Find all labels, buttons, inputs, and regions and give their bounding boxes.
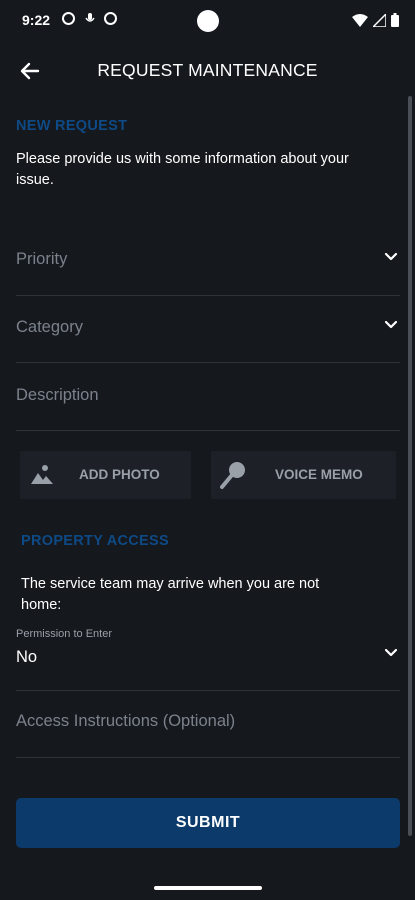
wifi-icon	[352, 13, 368, 27]
priority-placeholder: Priority	[16, 250, 68, 268]
app-notification-icon	[104, 12, 117, 25]
access-instructions-input[interactable]: Access Instructions (Optional)	[16, 702, 400, 758]
gesture-nav-handle[interactable]	[154, 886, 262, 890]
info-line: The service team may arrive when you are…	[21, 576, 320, 592]
battery-icon	[391, 13, 399, 27]
priority-dropdown[interactable]: Priority	[16, 240, 400, 296]
app-bar: REQUEST MAINTENANCE	[0, 46, 415, 96]
voice-memo-button[interactable]: VOICE MEMO	[211, 451, 396, 499]
new-request-heading: NEW REQUEST	[16, 118, 128, 134]
status-bar: 9:22	[0, 0, 415, 42]
permission-label: Permission to Enter	[16, 628, 112, 640]
page-title: REQUEST MAINTENANCE	[97, 60, 318, 80]
camera-cutout	[197, 10, 219, 32]
info-line: home:	[21, 597, 62, 613]
property-access-info: The service team may arrive when you are…	[21, 574, 319, 616]
access-instructions-placeholder: Access Instructions (Optional)	[16, 712, 236, 730]
permission-value: No	[16, 648, 38, 666]
microphone-icon	[220, 462, 245, 489]
voice-memo-label: VOICE MEMO	[275, 467, 363, 482]
chevron-down-icon	[384, 320, 398, 329]
permission-to-enter-dropdown[interactable]: Permission to Enter No	[16, 627, 400, 691]
mic-icon	[84, 12, 97, 25]
description-input[interactable]: Description	[16, 375, 400, 431]
submit-button[interactable]: SUBMIT	[16, 798, 400, 848]
system-icons	[352, 12, 399, 28]
screen: 9:22 REQUEST MAINTENANCE NEW REQUEST Ple…	[0, 0, 415, 900]
image-icon	[31, 465, 53, 484]
status-time: 9:22	[22, 12, 51, 28]
info-line: issue.	[16, 172, 54, 188]
property-access-heading: PROPERTY ACCESS	[21, 533, 169, 549]
description-placeholder: Description	[16, 386, 99, 404]
signal-icon	[373, 13, 386, 27]
chevron-down-icon	[384, 648, 398, 657]
category-dropdown[interactable]: Category	[16, 307, 400, 363]
chevron-down-icon	[384, 252, 398, 261]
add-photo-label: ADD PHOTO	[79, 467, 160, 482]
new-request-info: Please provide us with some information …	[16, 149, 349, 191]
scrollbar[interactable]	[408, 96, 412, 836]
info-line: Please provide us with some information …	[16, 151, 349, 167]
notification-icon	[62, 12, 75, 25]
category-placeholder: Category	[16, 318, 83, 336]
add-photo-button[interactable]: ADD PHOTO	[20, 451, 191, 499]
